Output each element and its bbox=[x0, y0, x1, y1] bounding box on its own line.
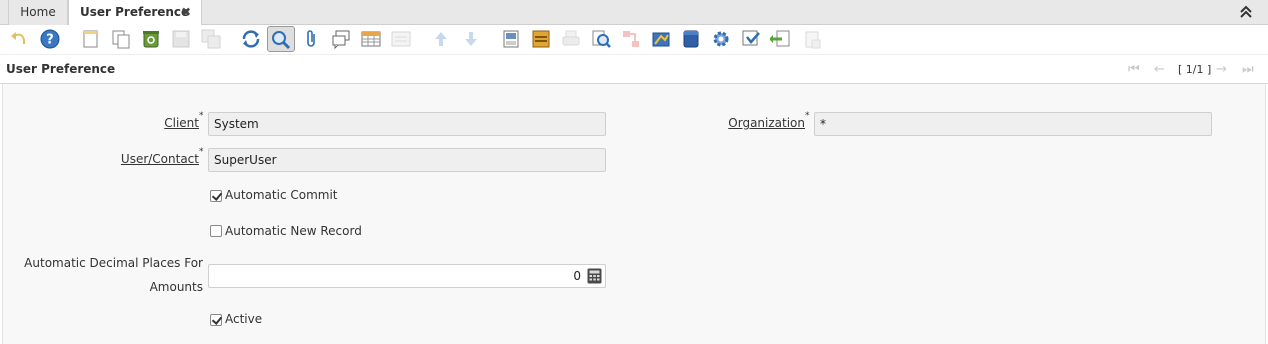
export-icon[interactable] bbox=[770, 28, 792, 50]
process-icon[interactable] bbox=[710, 28, 732, 50]
print-icon[interactable] bbox=[560, 28, 582, 50]
window-title: User Preference bbox=[6, 62, 116, 76]
record-pager: [ 1/1 ] bbox=[1178, 63, 1212, 76]
grid-toggle-icon[interactable] bbox=[360, 28, 382, 50]
attachment-icon[interactable] bbox=[301, 28, 323, 50]
automatic-commit-checkbox[interactable] bbox=[210, 190, 222, 202]
parent-record-icon[interactable] bbox=[430, 28, 452, 50]
copy-record-icon[interactable] bbox=[110, 28, 132, 50]
zoom-across-icon[interactable] bbox=[590, 28, 612, 50]
collapse-icon[interactable] bbox=[1238, 3, 1254, 21]
chat-icon[interactable] bbox=[330, 28, 352, 50]
last-record-icon[interactable]: ⏭ bbox=[1242, 62, 1254, 77]
refresh-icon[interactable] bbox=[240, 28, 262, 50]
report-icon[interactable] bbox=[500, 28, 522, 50]
customize-icon[interactable] bbox=[740, 28, 762, 50]
tab-home[interactable]: Home bbox=[8, 0, 68, 25]
toolbar-divider bbox=[0, 54, 1268, 55]
decimal-places-input[interactable]: 0 bbox=[208, 264, 606, 288]
window-header: User Preference ⏮ ← [ 1/1 ] → ⏭ bbox=[0, 56, 1268, 84]
decimal-places-value: 0 bbox=[573, 269, 581, 283]
delete-icon[interactable] bbox=[140, 28, 162, 50]
mandatory-marker: * bbox=[199, 111, 204, 121]
detail-form: Client * System Organization * * User/Co… bbox=[2, 84, 1266, 344]
save-new-icon[interactable] bbox=[200, 28, 222, 50]
first-record-icon[interactable]: ⏮ bbox=[1128, 62, 1140, 77]
multi-edit-icon[interactable] bbox=[390, 28, 412, 50]
toolbar: ? bbox=[0, 25, 1268, 55]
organization-label[interactable]: Organization bbox=[723, 116, 805, 130]
undo-icon[interactable] bbox=[8, 28, 30, 50]
active-label: Active bbox=[225, 312, 263, 326]
decimal-places-label-line2: Amounts bbox=[149, 280, 203, 294]
active-checkbox[interactable] bbox=[210, 314, 222, 326]
automatic-commit-label: Automatic Commit bbox=[225, 188, 338, 202]
help-icon[interactable]: ? bbox=[39, 28, 61, 50]
save-icon[interactable] bbox=[170, 28, 192, 50]
user-contact-label[interactable]: User/Contact bbox=[113, 152, 199, 166]
product-info-icon[interactable] bbox=[680, 28, 702, 50]
client-field[interactable]: System bbox=[208, 112, 606, 136]
decimal-places-label-line1: Automatic Decimal Places For bbox=[24, 256, 203, 270]
next-record-icon[interactable]: → bbox=[1216, 62, 1227, 77]
mandatory-marker: * bbox=[805, 111, 810, 121]
tab-label: User Preference bbox=[80, 5, 190, 19]
request-icon[interactable] bbox=[650, 28, 672, 50]
close-icon[interactable]: ✖ bbox=[181, 0, 191, 24]
tab-bar: Home User Preference ✖ bbox=[0, 0, 1268, 26]
user-contact-field[interactable]: SuperUser bbox=[208, 148, 606, 172]
calculator-icon[interactable] bbox=[587, 268, 602, 284]
automatic-new-record-label: Automatic New Record bbox=[225, 224, 362, 238]
find-icon[interactable] bbox=[267, 26, 295, 52]
automatic-new-record-checkbox[interactable] bbox=[210, 225, 222, 237]
svg-text:?: ? bbox=[46, 33, 54, 48]
import-icon[interactable] bbox=[800, 28, 822, 50]
mandatory-marker: * bbox=[199, 147, 204, 157]
previous-record-icon[interactable]: ← bbox=[1154, 62, 1165, 77]
client-label[interactable]: Client bbox=[153, 116, 199, 130]
organization-field[interactable]: * bbox=[814, 112, 1212, 136]
workflow-icon[interactable] bbox=[620, 28, 642, 50]
detail-record-icon[interactable] bbox=[460, 28, 482, 50]
archive-icon[interactable] bbox=[530, 28, 552, 50]
tab-user-preference[interactable]: User Preference ✖ bbox=[68, 0, 202, 26]
new-record-icon[interactable] bbox=[80, 28, 102, 50]
